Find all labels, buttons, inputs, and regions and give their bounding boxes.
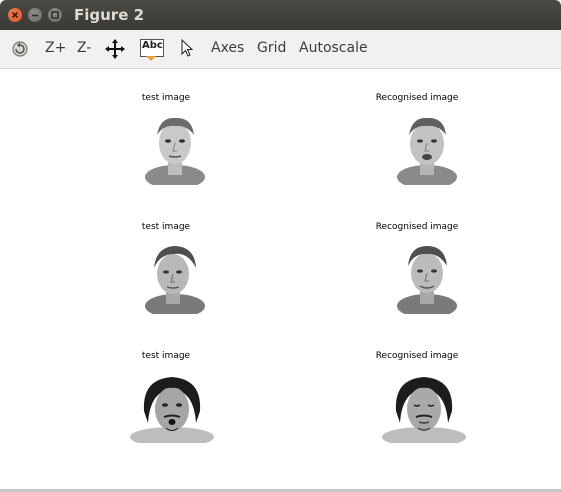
insert-text-button[interactable]: Abc [140,39,164,57]
figure-canvas[interactable]: test image Recognised image test image R… [0,69,561,489]
window-titlebar[interactable]: Figure 2 [0,0,561,30]
recognised-face-image [397,117,457,185]
minimize-icon [32,14,38,17]
maximize-window-button[interactable] [48,8,62,22]
rotate-icon[interactable] [11,40,29,58]
figure-toolbar: Z+ Z- Abc Axes Grid Autoscale [0,30,561,69]
recognised-face-image [382,377,466,443]
text-tool-icon: Abc [142,40,163,51]
select-pointer-icon[interactable] [180,39,194,59]
autoscale-button[interactable]: Autoscale [299,40,368,56]
axes-toggle-button[interactable]: Axes [211,40,244,56]
test-image-title: test image [141,351,191,361]
close-window-button[interactable] [8,8,22,22]
zoom-in-button[interactable]: Z+ [45,40,66,56]
test-image-title: test image [141,93,191,103]
grid-toggle-button[interactable]: Grid [257,40,286,56]
test-face-image [145,117,205,185]
close-icon [11,11,19,19]
test-face-image [145,246,205,314]
test-image-title: test image [141,222,191,232]
minimize-window-button[interactable] [28,8,42,22]
pan-icon[interactable] [105,39,125,59]
recognised-image-title: Recognised image [375,351,459,361]
zoom-out-button[interactable]: Z- [77,40,91,56]
test-face-image [130,377,214,443]
text-tool-dropdown-icon [146,56,156,61]
recognised-image-title: Recognised image [375,222,459,232]
recognised-face-image [397,246,457,314]
window-title: Figure 2 [74,6,145,24]
recognised-image-title: Recognised image [375,93,459,103]
maximize-icon [51,11,59,19]
